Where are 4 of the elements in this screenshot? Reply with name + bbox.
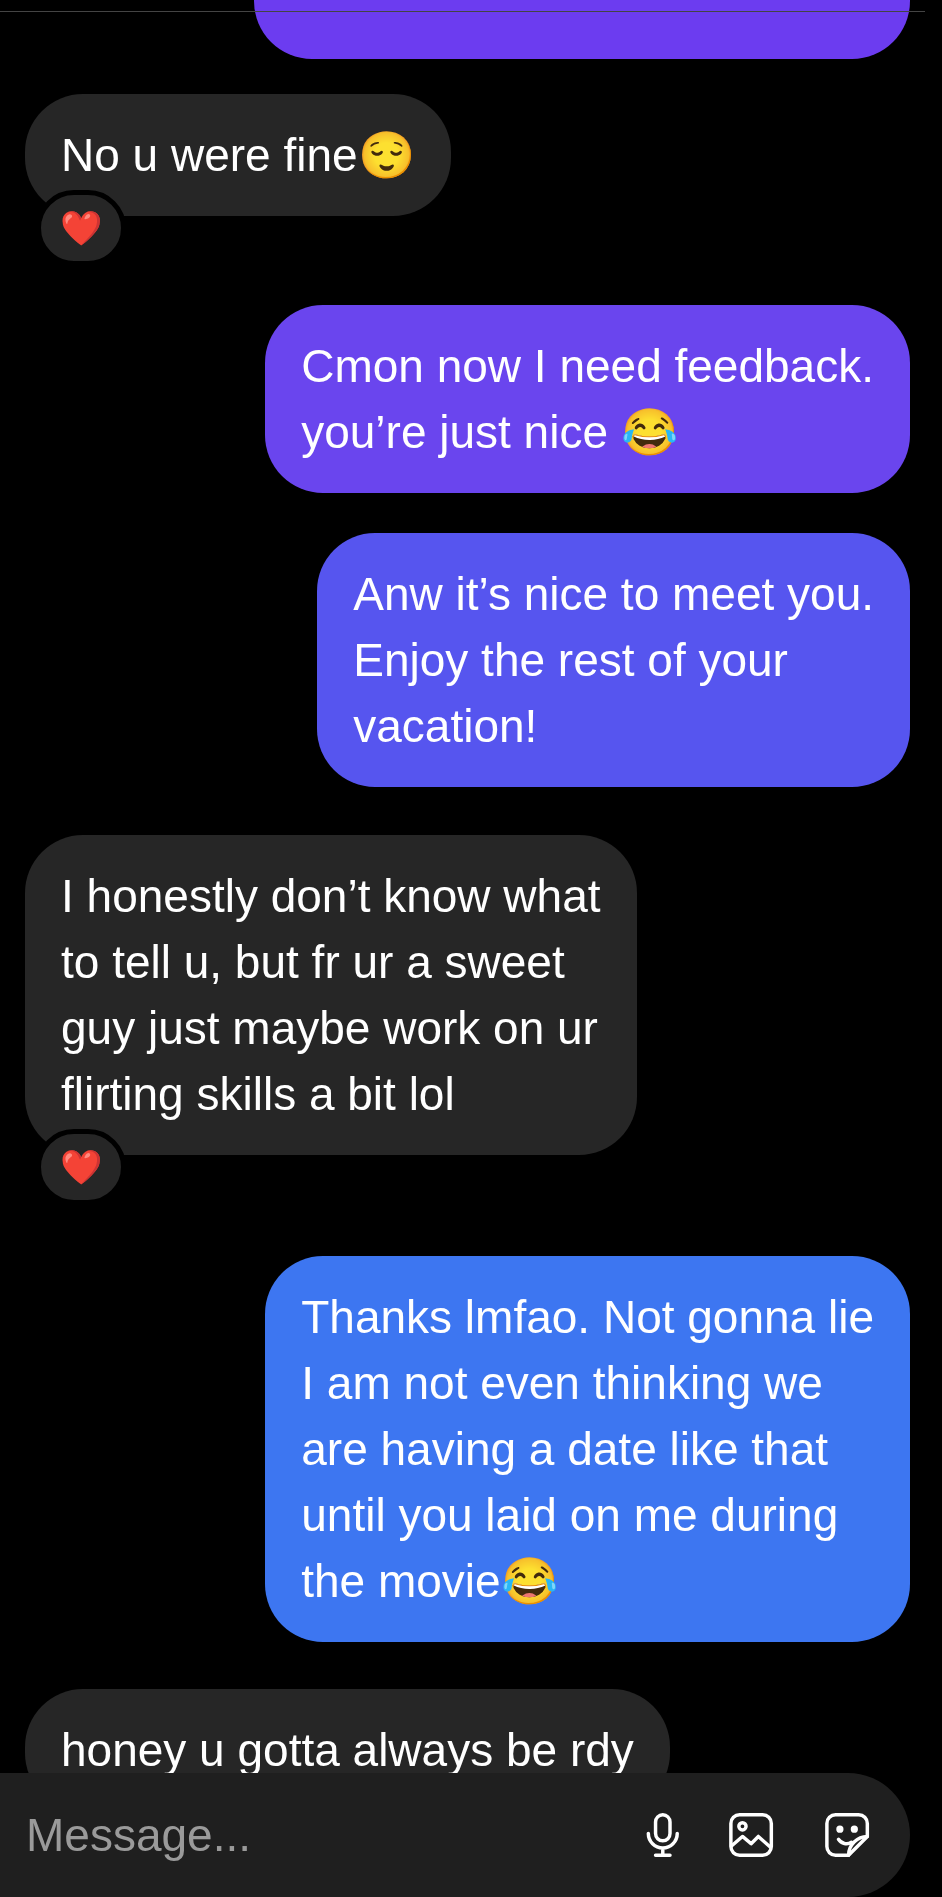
message-composer[interactable]: Message... bbox=[0, 1773, 910, 1897]
sent-message-bubble: Cmon now I need feedback. you’re just nice 😂 bbox=[265, 305, 910, 493]
sent-message-bubble: Thanks lmfao. Not gonna lie I am not even thinking we are having a date like that until you laid on me during the movie😂 bbox=[265, 1256, 910, 1642]
sent-message-bubble: Anw it’s nice to meet you. Enjoy the rest of your vacation! bbox=[317, 533, 910, 787]
